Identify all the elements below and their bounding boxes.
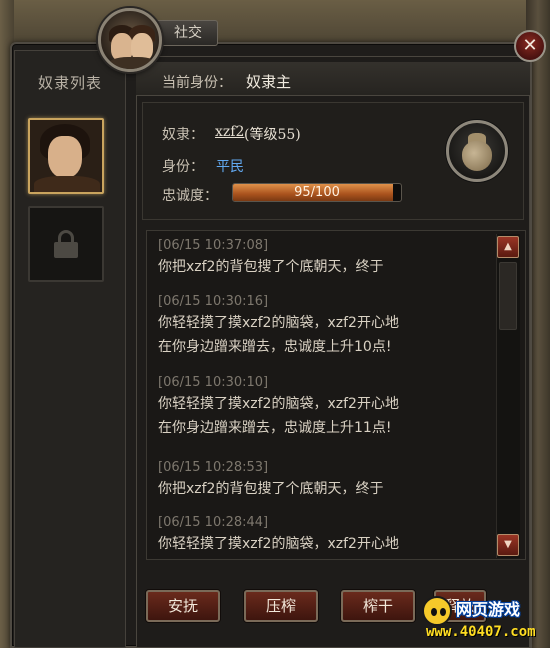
scroll-thumb[interactable]	[499, 262, 517, 330]
log-text: 你轻轻摸了摸xzf2的脑袋，xzf2开心地	[158, 536, 399, 552]
slave-name-label: 奴隶：	[162, 127, 204, 143]
log-time: [06/15 10:28:44]	[158, 515, 269, 530]
identity-value: 奴隶主	[246, 73, 292, 91]
sidebar-title: 奴隶列表	[37, 74, 102, 92]
log-text: 在你身边蹭来蹭去，忠诚度上升10点!	[158, 339, 392, 355]
identity-label: 当前身份：	[162, 75, 232, 91]
log-entry: [06/15 10:28:53] 你把xzf2的背包搜了个底朝天，终于	[158, 459, 383, 501]
log-text: 你轻轻摸了摸xzf2的脑袋，xzf2开心地	[158, 396, 399, 412]
watermark-title: 网页游戏	[456, 600, 521, 619]
log-entry: [06/15 10:28:44] 你轻轻摸了摸xzf2的脑袋，xzf2开心地	[158, 514, 399, 556]
log-time: [06/15 10:37:08]	[158, 238, 269, 253]
social-avatar-medallion	[98, 8, 162, 72]
log-text: 在你身边蹭来蹭去，忠诚度上升11点!	[158, 420, 392, 436]
watermark-url: www.40407.com	[426, 624, 536, 640]
log-text: 你把xzf2的背包搜了个底朝天，终于	[158, 259, 384, 275]
log-text: 你轻轻摸了摸xzf2的脑袋，xzf2开心地	[158, 315, 399, 331]
comfort-button[interactable]: 安抚	[146, 590, 220, 622]
loyalty-progress-text: 95/100	[294, 185, 340, 200]
log-time: [06/15 10:28:53]	[158, 460, 269, 475]
log-time: [06/15 10:30:10]	[158, 375, 269, 390]
scroll-down-button[interactable]: ▼	[497, 534, 519, 556]
drain-button[interactable]: 榨干	[341, 590, 415, 622]
log-entry: [06/15 10:30:16] 你轻轻摸了摸xzf2的脑袋，xzf2开心地 在…	[158, 293, 399, 359]
status-value: 平民	[216, 159, 244, 175]
log-time: [06/15 10:30:16]	[158, 294, 269, 309]
mascot-icon	[422, 596, 452, 626]
money-bag-icon[interactable]	[446, 120, 508, 182]
status-label: 身份：	[162, 159, 204, 175]
lock-icon	[54, 230, 78, 258]
slave-level: (等级55)	[244, 127, 301, 143]
slave-slot-locked[interactable]	[28, 206, 104, 282]
loyalty-label: 忠诚度：	[162, 188, 218, 204]
slave-slot-selected[interactable]	[28, 118, 104, 194]
site-watermark: 网页游戏 www.40407.com	[420, 590, 548, 646]
slave-name-link[interactable]: xzf2	[215, 124, 244, 140]
log-entry: [06/15 10:30:10] 你轻轻摸了摸xzf2的脑袋，xzf2开心地 在…	[158, 374, 399, 440]
squeeze-button[interactable]: 压榨	[244, 590, 318, 622]
scroll-up-button[interactable]: ▲	[497, 236, 519, 258]
log-entry: [06/15 10:37:08] 你把xzf2的背包搜了个底朝天，终于	[158, 237, 383, 279]
loyalty-progress-bar: 95/100	[232, 183, 402, 202]
log-text: 你把xzf2的背包搜了个底朝天，终于	[158, 481, 384, 497]
close-button[interactable]: ✕	[514, 30, 546, 62]
